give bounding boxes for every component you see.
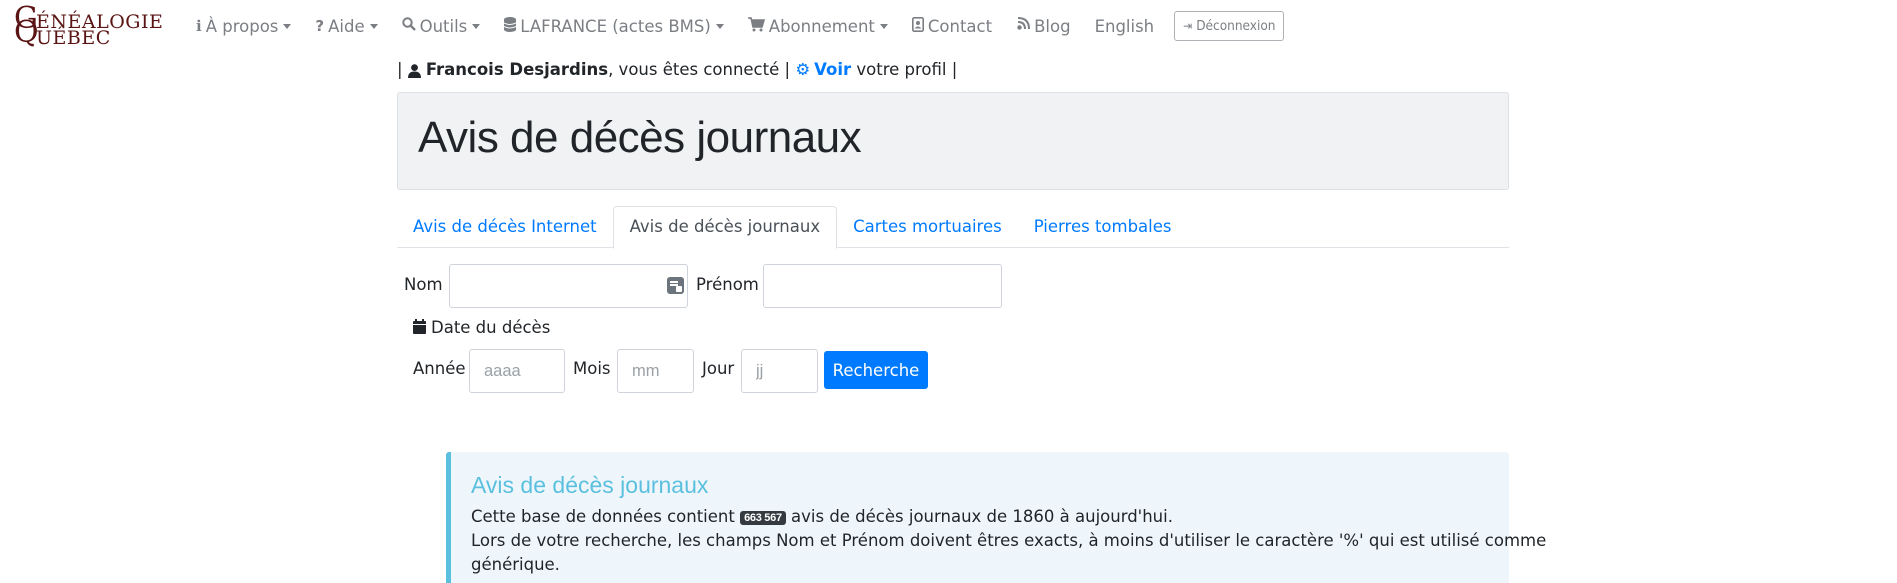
mois-label: Mois — [573, 359, 611, 378]
question-icon: ? — [315, 17, 325, 35]
calendar-icon — [413, 319, 426, 334]
jour-label: Jour — [702, 359, 735, 378]
jour-input[interactable] — [741, 349, 818, 393]
nav-label: Aide — [328, 16, 365, 36]
info-line-2: Lors de votre recherche, les champs Nom … — [471, 531, 1547, 550]
nav-label: Blog — [1034, 16, 1071, 36]
tab-avis-journaux[interactable]: Avis de décès journaux — [612, 206, 838, 249]
nav-label: Contact — [927, 16, 993, 36]
info-line-1: Cette base de données contient 663 567 a… — [471, 507, 1173, 526]
logout-button[interactable]: ⇥ Déconnexion — [1174, 11, 1285, 41]
profile-link[interactable]: Voir — [814, 60, 851, 79]
blog-icon — [1016, 17, 1031, 35]
sign-out-icon: ⇥ — [1183, 19, 1193, 33]
nav-item-lafrance[interactable]: LAFRANCE (actes BMS) — [504, 16, 724, 36]
page-header-panel: Avis de décès journaux — [397, 92, 1509, 190]
info-title: Avis de décès journaux — [471, 472, 709, 498]
cart-icon — [747, 16, 765, 36]
contact-icon — [911, 16, 924, 36]
mois-input[interactable] — [617, 349, 694, 393]
record-count-badge: 663 567 — [740, 510, 786, 525]
page-title: Avis de décès journaux — [418, 113, 862, 162]
user-icon — [407, 63, 422, 78]
caret-down-icon — [879, 23, 888, 29]
nav-label: À propos — [205, 16, 279, 36]
tab-bar: Avis de décès Internet Avis de décès jou… — [397, 206, 1509, 249]
top-navbar: G ÉNÉALOGIE Q UÉBEC ℹ À propos ? Aide Ou… — [0, 0, 1897, 52]
nav-item-aide[interactable]: ? Aide — [315, 16, 378, 36]
nom-input[interactable] — [449, 264, 688, 308]
annee-label: Année — [413, 359, 466, 378]
keyboard-icon[interactable] — [667, 277, 684, 294]
nav-item-blog[interactable]: Blog — [1016, 16, 1071, 36]
user-name: Francois Desjardins — [425, 60, 609, 79]
logout-label: Déconnexion — [1196, 18, 1276, 34]
date-deces-label: Date du décès — [431, 318, 551, 337]
prenom-label: Prénom — [696, 275, 759, 294]
profile-text: votre profil | — [856, 60, 958, 79]
nav-menu: ℹ À propos ? Aide Outils LAFRANCE (actes… — [196, 0, 1308, 52]
info-line-1-prefix: Cette base de données contient — [471, 507, 735, 526]
nav-item-outils[interactable]: Outils — [401, 16, 481, 36]
caret-down-icon — [715, 23, 724, 29]
caret-down-icon — [472, 23, 481, 29]
search-button[interactable]: Recherche — [824, 351, 928, 389]
database-icon — [504, 16, 517, 36]
tab-avis-internet[interactable]: Avis de décès Internet — [397, 206, 613, 248]
nav-label: Abonnement — [768, 16, 875, 36]
nav-label: LAFRANCE (actes BMS) — [520, 16, 711, 36]
info-alert: Avis de décès journaux Cette base de don… — [446, 452, 1546, 583]
annee-input[interactable] — [469, 349, 565, 393]
tab-cartes-mortuaires[interactable]: Cartes mortuaires — [837, 206, 1018, 248]
connected-text: , vous êtes connecté | — [608, 60, 791, 79]
info-line-3: générique. — [471, 555, 560, 574]
nav-item-english[interactable]: English — [1095, 17, 1155, 36]
nav-label: Outils — [419, 16, 468, 36]
nom-label: Nom — [404, 275, 443, 294]
caret-down-icon — [369, 23, 378, 29]
nav-item-contact[interactable]: Contact — [911, 16, 993, 36]
logo-word-2: UÉBEC — [36, 27, 111, 49]
logo-letter-q: Q — [14, 15, 39, 50]
info-icon: ℹ — [196, 17, 202, 35]
site-logo[interactable]: G ÉNÉALOGIE Q UÉBEC — [14, 4, 176, 48]
tab-pierres-tombales[interactable]: Pierres tombales — [1018, 206, 1188, 248]
search-icon — [401, 17, 416, 35]
user-status-line: | Francois Desjardins , vous êtes connec… — [397, 60, 957, 79]
nav-item-abonnement[interactable]: Abonnement — [747, 16, 888, 36]
prenom-input[interactable] — [763, 264, 1002, 308]
caret-down-icon — [283, 23, 292, 29]
info-line-1-suffix: avis de décès journaux de 1860 à aujourd… — [791, 507, 1173, 526]
gear-icon: ⚙ — [795, 60, 811, 79]
nav-item-apropos[interactable]: ℹ À propos — [196, 16, 292, 36]
nav-label: English — [1094, 16, 1155, 36]
separator: | — [397, 60, 403, 79]
